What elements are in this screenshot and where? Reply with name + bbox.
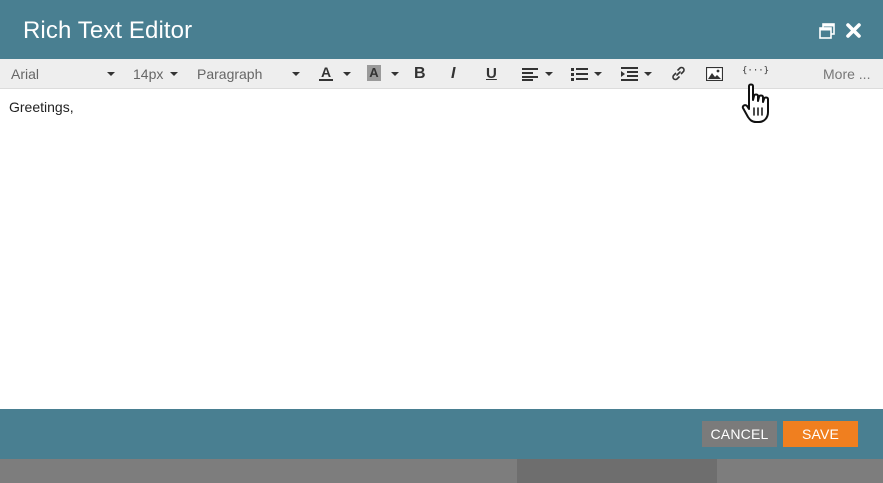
align-left-icon [522, 67, 538, 81]
token-icon: {···} [742, 65, 770, 76]
highlight-color-icon: A [367, 65, 381, 81]
font-size-value: 14px [133, 65, 164, 82]
background-panel [0, 459, 517, 483]
bold-button[interactable]: B [414, 59, 430, 88]
more-button[interactable]: More ... [823, 59, 875, 88]
chevron-down-icon [107, 71, 115, 76]
chevron-down-icon [170, 71, 178, 76]
background-color-glyph: A [369, 65, 379, 80]
font-family-value: Arial [11, 65, 40, 82]
bullet-list-icon [571, 67, 588, 81]
background-color-button[interactable]: A [365, 59, 401, 88]
indent-icon [621, 66, 638, 81]
link-icon [672, 66, 685, 81]
insert-image-button[interactable] [706, 59, 724, 88]
block-format-value: Paragraph [197, 65, 263, 82]
bold-icon: B [414, 64, 426, 82]
italic-button[interactable]: I [451, 59, 467, 88]
text-color-glyph: A [320, 64, 332, 80]
background-panel [717, 459, 883, 483]
font-family-select[interactable]: Arial [11, 59, 117, 88]
cancel-button[interactable]: CANCEL [702, 421, 777, 447]
dialog-header: Rich Text Editor [0, 0, 883, 59]
restore-window-icon[interactable] [819, 23, 835, 39]
align-button[interactable] [522, 59, 554, 88]
more-label: More ... [823, 65, 871, 82]
hand-pointer-icon [741, 83, 769, 123]
underline-button[interactable]: U [486, 59, 502, 88]
text-color-bar [319, 79, 333, 81]
text-color-button[interactable]: A [317, 59, 353, 88]
font-size-select[interactable]: 14px [133, 59, 179, 88]
dialog-title: Rich Text Editor [23, 17, 193, 44]
insert-link-button[interactable] [670, 59, 688, 88]
text-color-icon: A [319, 64, 333, 82]
dialog-footer: CANCEL SAVE [0, 409, 883, 459]
close-icon[interactable] [845, 22, 862, 39]
save-button[interactable]: SAVE [783, 421, 858, 447]
editor-text[interactable]: Greetings, [9, 99, 74, 115]
indent-button[interactable] [621, 59, 653, 88]
italic-icon: I [451, 64, 456, 82]
chevron-down-icon [292, 71, 300, 76]
image-icon [706, 66, 723, 81]
background-panel [517, 459, 717, 483]
chevron-down-icon [644, 71, 652, 76]
chevron-down-icon [594, 71, 602, 76]
chevron-down-icon [545, 71, 553, 76]
chevron-down-icon [343, 71, 351, 76]
block-format-select[interactable]: Paragraph [197, 59, 301, 88]
list-button[interactable] [571, 59, 603, 88]
chevron-down-icon [391, 71, 399, 76]
underline-icon: U [486, 65, 497, 82]
editor-content-area[interactable]: Greetings, [0, 89, 883, 409]
